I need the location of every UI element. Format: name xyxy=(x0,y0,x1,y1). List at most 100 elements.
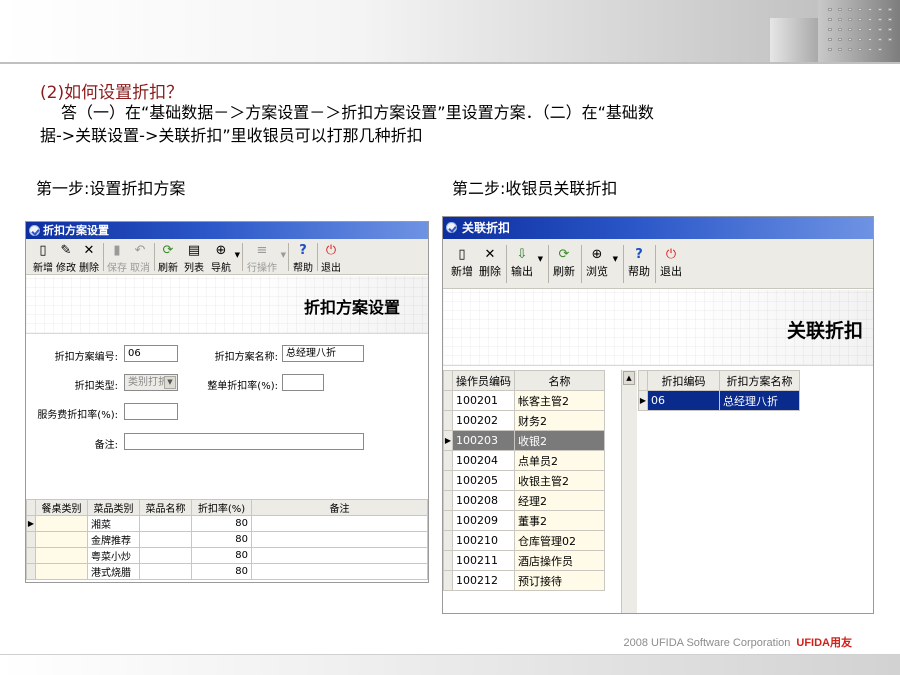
binoculars-icon: ⊕ xyxy=(591,247,603,262)
associate-discount-toolbar: ▯ 新增 ✕ 删除 ⇩ 输出 ▼ ⟳ 刷新 ⊕ 浏览 ▼ ? 帮助 ⏻ 退出 xyxy=(443,239,873,289)
plan-name-input[interactable]: 总经理八折 xyxy=(282,345,364,362)
table-row[interactable]: 100201 帐客主管2 xyxy=(443,390,605,411)
help-icon: ? xyxy=(635,247,643,262)
ufida-logo-cn: 用友 xyxy=(830,637,852,649)
toolbar-add-button[interactable]: ▯ 新增 xyxy=(449,247,475,279)
exit-icon: ⏻ xyxy=(665,247,677,262)
table-row[interactable]: 港式烧腊 80 xyxy=(26,563,428,580)
table-row[interactable]: 100210 仓库管理02 xyxy=(443,530,605,551)
building-decoration-2 xyxy=(770,18,818,62)
grid-header-row: 操作员编码 名称 xyxy=(443,370,605,391)
footer-text: 2008 UFIDA Software Corporation xyxy=(623,637,791,649)
toolbar-navigate-button[interactable]: ⊕ 导航 ▼ xyxy=(210,243,240,274)
discount-plan-banner: 折扣方案设置 xyxy=(26,276,428,334)
toolbar-cancel-button[interactable]: ↶ 取消 xyxy=(129,243,151,274)
toolbar-delete-button[interactable]: ✕ 删除 xyxy=(78,243,100,274)
col-dish-type[interactable]: 菜品类别 xyxy=(87,499,140,516)
table-row[interactable]: ▶ 湘菜 80 xyxy=(26,515,428,532)
toolbar-add-button[interactable]: ▯ 新增 xyxy=(32,243,54,274)
plan-code-input[interactable]: 06 xyxy=(124,345,178,362)
exit-icon: ⏻ xyxy=(325,243,337,258)
toolbar-edit-button[interactable]: ✎ 修改 xyxy=(55,243,77,274)
answer-line-1: 答（一）在“基础数据－＞方案设置－＞折扣方案设置”里设置方案．（二）在“基础数 xyxy=(61,103,654,122)
table-row-selected[interactable]: ▶ 06 总经理八折 xyxy=(638,390,800,411)
toolbar-help-button[interactable]: ? 帮助 xyxy=(292,243,314,274)
toolbar-refresh-button[interactable]: ⟳ 刷新 xyxy=(551,247,577,279)
associate-discount-window: 关联折扣 ▯ 新增 ✕ 删除 ⇩ 输出 ▼ ⟳ 刷新 ⊕ 浏览 ▼ ? 帮助 ⏻ 退出 关联折扣 … xyxy=(442,216,874,614)
toolbar-browse-button[interactable]: ⊕ 浏览 ▼ xyxy=(584,247,618,279)
toolbar-export-button[interactable]: ⇩ 输出 ▼ xyxy=(509,247,543,279)
table-row[interactable]: 100209 董事2 xyxy=(443,510,605,531)
dropdown-arrow-icon: ▼ xyxy=(612,255,618,263)
app-icon xyxy=(29,225,40,236)
discount-detail-grid: 餐桌类别 菜品类别 菜品名称 折扣率(%) 备注 ▶ 湘菜 80 金牌推荐 80… xyxy=(26,499,428,580)
toolbar-exit-button[interactable]: ⏻ 退出 xyxy=(320,243,342,274)
new-icon: ▯ xyxy=(39,243,47,258)
whole-order-rate-label: 整单折扣率(%): xyxy=(207,381,278,392)
discount-plan-toolbar: ▯ 新增 ✎ 修改 ✕ 删除 ▮ 保存 ↶ 取消 ⟳ 刷新 ▤ 列表 ⊕ 导航 ▼ ≡ 行操作 ▼ ?… xyxy=(26,239,428,275)
slide-footer-band xyxy=(0,655,900,675)
delete-icon: ✕ xyxy=(484,247,496,262)
table-row[interactable]: 100204 点单员2 xyxy=(443,450,605,471)
rows-icon: ≡ xyxy=(256,243,268,258)
table-row-selected[interactable]: ▶ 100203 收银2 xyxy=(443,430,605,451)
help-icon: ? xyxy=(299,243,307,258)
whole-order-rate-input[interactable] xyxy=(282,374,324,391)
header-divider xyxy=(0,62,900,64)
service-rate-label: 服务费折扣率(%): xyxy=(37,410,118,421)
answer-text: 答（一）在“基础数据－＞方案设置－＞折扣方案设置”里设置方案．（二）在“基础数 … xyxy=(40,101,840,147)
new-icon: ▯ xyxy=(458,247,466,262)
service-rate-input[interactable] xyxy=(124,403,178,420)
plan-code-label: 折扣方案编号: xyxy=(54,352,118,363)
undo-icon: ↶ xyxy=(134,243,146,258)
col-operator-code[interactable]: 操作员编码 xyxy=(452,370,515,391)
toolbar-list-button[interactable]: ▤ 列表 xyxy=(183,243,205,274)
table-row[interactable]: 100202 财务2 xyxy=(443,410,605,431)
note-label: 备注: xyxy=(94,440,118,451)
toolbar-delete-button[interactable]: ✕ 删除 xyxy=(477,247,503,279)
col-discount-name[interactable]: 折扣方案名称 xyxy=(719,370,800,391)
table-row[interactable]: 100212 预订接待 xyxy=(443,570,605,591)
slide-header-band xyxy=(0,0,900,62)
scroll-up-icon[interactable]: ▲ xyxy=(623,371,635,385)
discount-plan-titlebar: 折扣方案设置 xyxy=(26,222,428,239)
table-row[interactable]: 100211 酒店操作员 xyxy=(443,550,605,571)
grid-header-row: 折扣编码 折扣方案名称 xyxy=(638,370,800,391)
plan-name-label: 折扣方案名称: xyxy=(214,352,278,363)
refresh-icon: ⟳ xyxy=(558,247,570,262)
row-indicator-header xyxy=(26,499,36,516)
col-operator-name[interactable]: 名称 xyxy=(514,370,605,391)
discount-plan-window: 折扣方案设置 ▯ 新增 ✎ 修改 ✕ 删除 ▮ 保存 ↶ 取消 ⟳ 刷新 ▤ 列表 ⊕ 导航 ▼ … xyxy=(25,221,429,583)
note-input[interactable] xyxy=(124,433,364,450)
answer-line-2: 据->关联设置->关联折扣”里收银员可以打那几种折扣 xyxy=(40,126,423,145)
col-dish-name[interactable]: 菜品名称 xyxy=(139,499,192,516)
dropdown-arrow-icon: ▼ xyxy=(537,255,543,263)
table-row[interactable]: 粤菜小炒 80 xyxy=(26,547,428,564)
step-one-label: 第一步:设置折扣方案 xyxy=(36,179,186,198)
discount-type-label: 折扣类型: xyxy=(74,381,118,392)
col-table-type[interactable]: 餐桌类别 xyxy=(35,499,88,516)
grid-header-row: 餐桌类别 菜品类别 菜品名称 折扣率(%) 备注 xyxy=(26,499,428,516)
footer-copyright: 2008 UFIDA Software Corporation UFIDA用友 xyxy=(623,634,852,650)
table-row[interactable]: 100208 经理2 xyxy=(443,490,605,511)
toolbar-refresh-button[interactable]: ⟳ 刷新 xyxy=(157,243,179,274)
operator-scrollbar[interactable]: ▲ xyxy=(621,370,637,613)
save-icon: ▮ xyxy=(113,243,121,258)
toolbar-help-button[interactable]: ? 帮助 xyxy=(626,247,652,279)
discount-plan-grid: 折扣编码 折扣方案名称 ▶ 06 总经理八折 xyxy=(638,370,800,411)
table-row[interactable]: 金牌推荐 80 xyxy=(26,531,428,548)
col-discount-code[interactable]: 折扣编码 xyxy=(647,370,720,391)
col-rate[interactable]: 折扣率(%) xyxy=(191,499,252,516)
table-row[interactable]: 100205 收银主管2 xyxy=(443,470,605,491)
operator-grid: 操作员编码 名称 100201 帐客主管2 100202 财务2 ▶ 100203 收银… xyxy=(443,370,605,591)
banner-title: 关联折扣 xyxy=(786,320,863,342)
app-icon xyxy=(446,222,457,233)
window-title: 折扣方案设置 xyxy=(43,224,109,237)
current-row-icon: ▶ xyxy=(26,515,36,532)
col-note[interactable]: 备注 xyxy=(251,499,428,516)
toolbar-exit-button[interactable]: ⏻ 退出 xyxy=(658,247,684,279)
window-title: 关联折扣 xyxy=(462,221,511,235)
toolbar-row-ops-button[interactable]: ≡ 行操作 ▼ xyxy=(246,243,286,274)
toolbar-save-button[interactable]: ▮ 保存 xyxy=(106,243,128,274)
discount-type-select[interactable]: 类别打折 ▼ xyxy=(124,374,178,391)
